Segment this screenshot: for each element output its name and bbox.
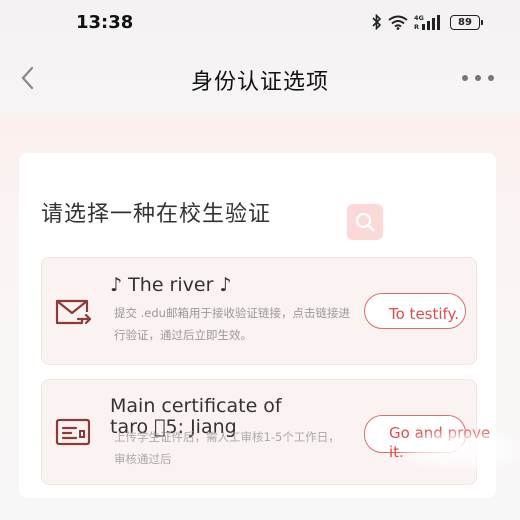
prove-button-label: Go and prove it. xyxy=(389,424,491,461)
wifi-icon xyxy=(388,15,408,30)
mail-forward-icon xyxy=(54,296,92,328)
option-student-id-verification: Main certificate of taro ゙5: Jiang 上传学生证… xyxy=(41,379,490,485)
testify-button[interactable]: To testify. xyxy=(364,293,466,329)
svg-text:R: R xyxy=(414,23,419,30)
option-email-verification: ♪ The river ♪ 提交 .edu邮箱用于接收验证链接，点击链接进行验证… xyxy=(41,257,477,365)
verification-card: 请选择一种在校生验证 ♪ The river ♪ 提交 .edu邮箱用于接收验证… xyxy=(19,153,496,498)
bluetooth-icon xyxy=(372,14,382,30)
option-title: ♪ The river ♪ xyxy=(110,274,232,296)
nav-bar: 身份认证选项 xyxy=(0,50,520,106)
status-time: 13:38 xyxy=(76,12,134,33)
option-description: 提交 .edu邮箱用于接收验证链接，点击链接进行验证，通过后立即生效。 xyxy=(114,306,350,342)
option-description: 上传学生证件后，需人工审核1-5个工作日，审核通过后 xyxy=(114,430,340,466)
battery-icon: 89 xyxy=(450,14,483,30)
page-title: 身份认证选项 xyxy=(190,70,329,95)
prove-button[interactable]: Go and prove it. xyxy=(364,415,490,461)
card-title: 请选择一种在校生验证 xyxy=(41,202,272,227)
more-dots-icon[interactable] xyxy=(462,70,494,86)
status-icons: 4G R 89 xyxy=(372,12,483,32)
signal-icon: 4G R xyxy=(414,14,444,30)
id-card-icon xyxy=(54,416,92,448)
search-icon[interactable] xyxy=(347,204,383,240)
network-type: 4G xyxy=(414,14,424,22)
status-bar: 13:38 4G R 89 xyxy=(0,0,520,44)
